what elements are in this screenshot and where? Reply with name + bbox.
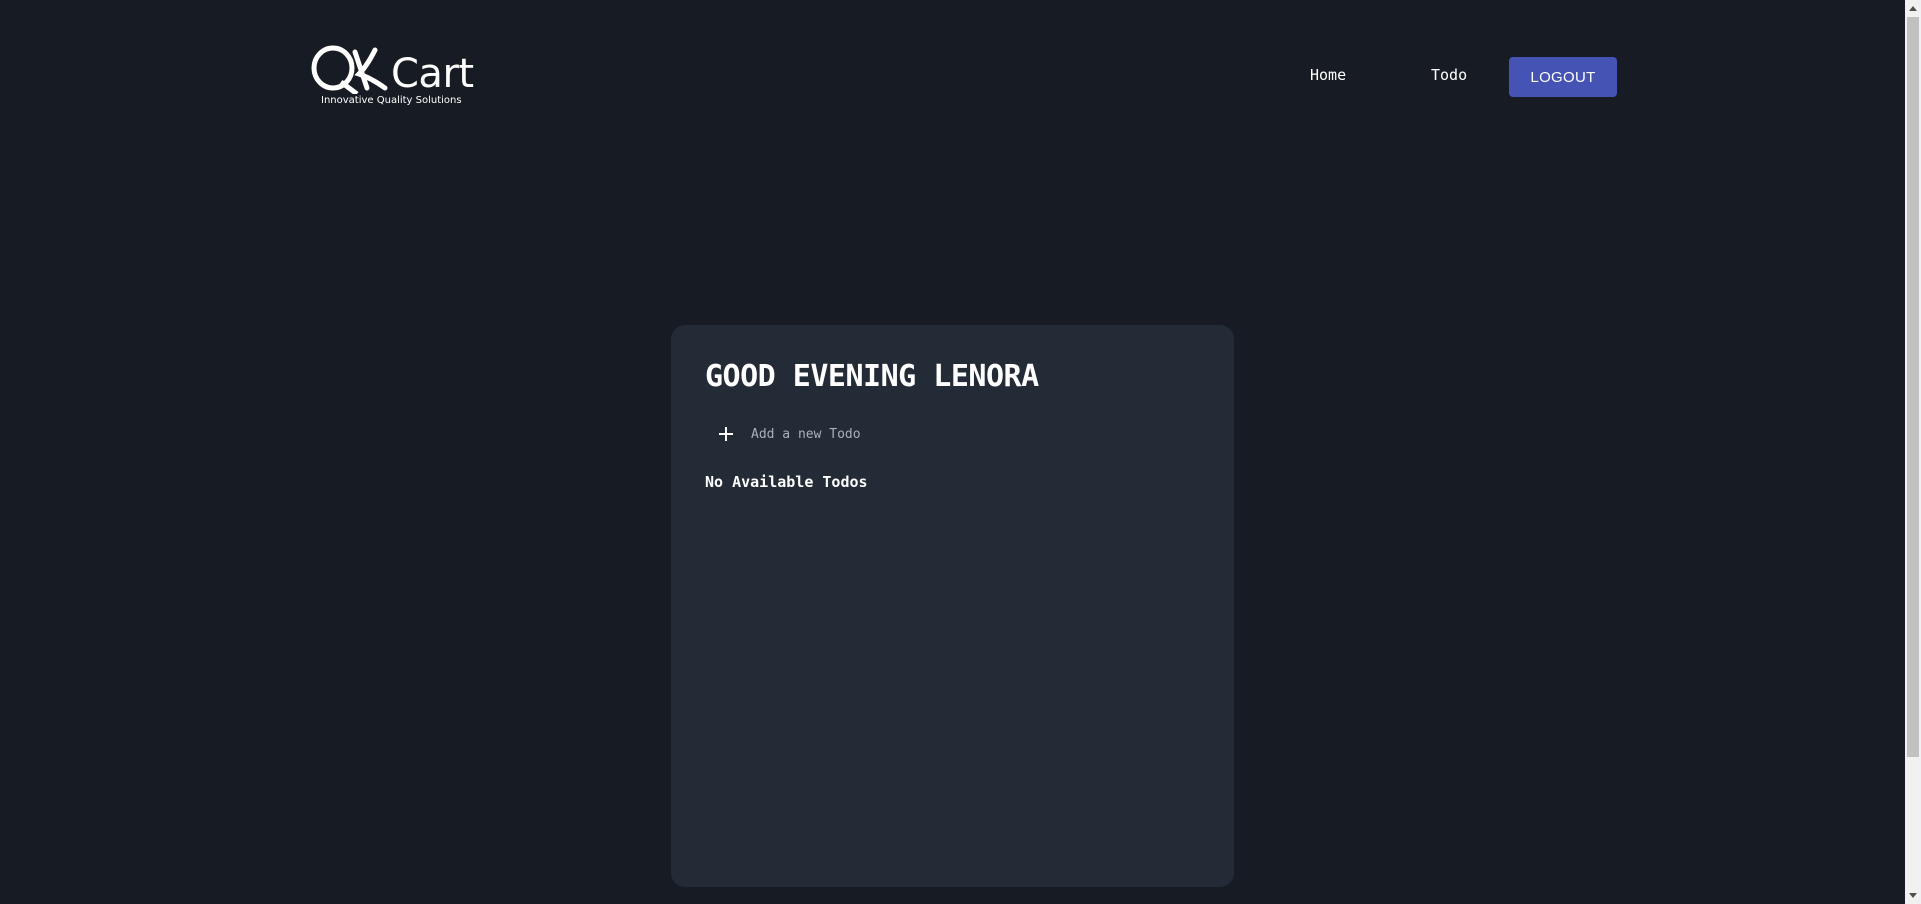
empty-todos-message: No Available Todos (705, 473, 868, 491)
top-header: Cart Innovative Quality Solutions Home T… (0, 0, 1905, 120)
plus-icon[interactable] (715, 423, 737, 445)
logo-tagline: Innovative Quality Solutions (321, 95, 462, 106)
new-todo-input[interactable] (751, 426, 1051, 442)
logo-qk-mark (311, 45, 388, 94)
nav-home-link[interactable]: Home (1310, 66, 1346, 84)
logo-wordmark: Cart (391, 51, 474, 97)
page-scrollbar[interactable] (1905, 0, 1921, 904)
nav-todo-link[interactable]: Todo (1431, 66, 1467, 84)
add-todo-row (715, 422, 1051, 446)
todo-card: GOOD EVENING LENORA No Available Todos (671, 325, 1234, 887)
logout-button[interactable]: LOGOUT (1509, 57, 1617, 97)
scrollbar-thumb[interactable] (1907, 17, 1919, 757)
scroll-up-arrow-icon[interactable] (1905, 0, 1921, 16)
qkart-logo[interactable]: Cart Innovative Quality Solutions (311, 44, 476, 112)
greeting-title: GOOD EVENING LENORA (705, 359, 1039, 394)
scroll-down-arrow-icon[interactable] (1905, 888, 1921, 904)
